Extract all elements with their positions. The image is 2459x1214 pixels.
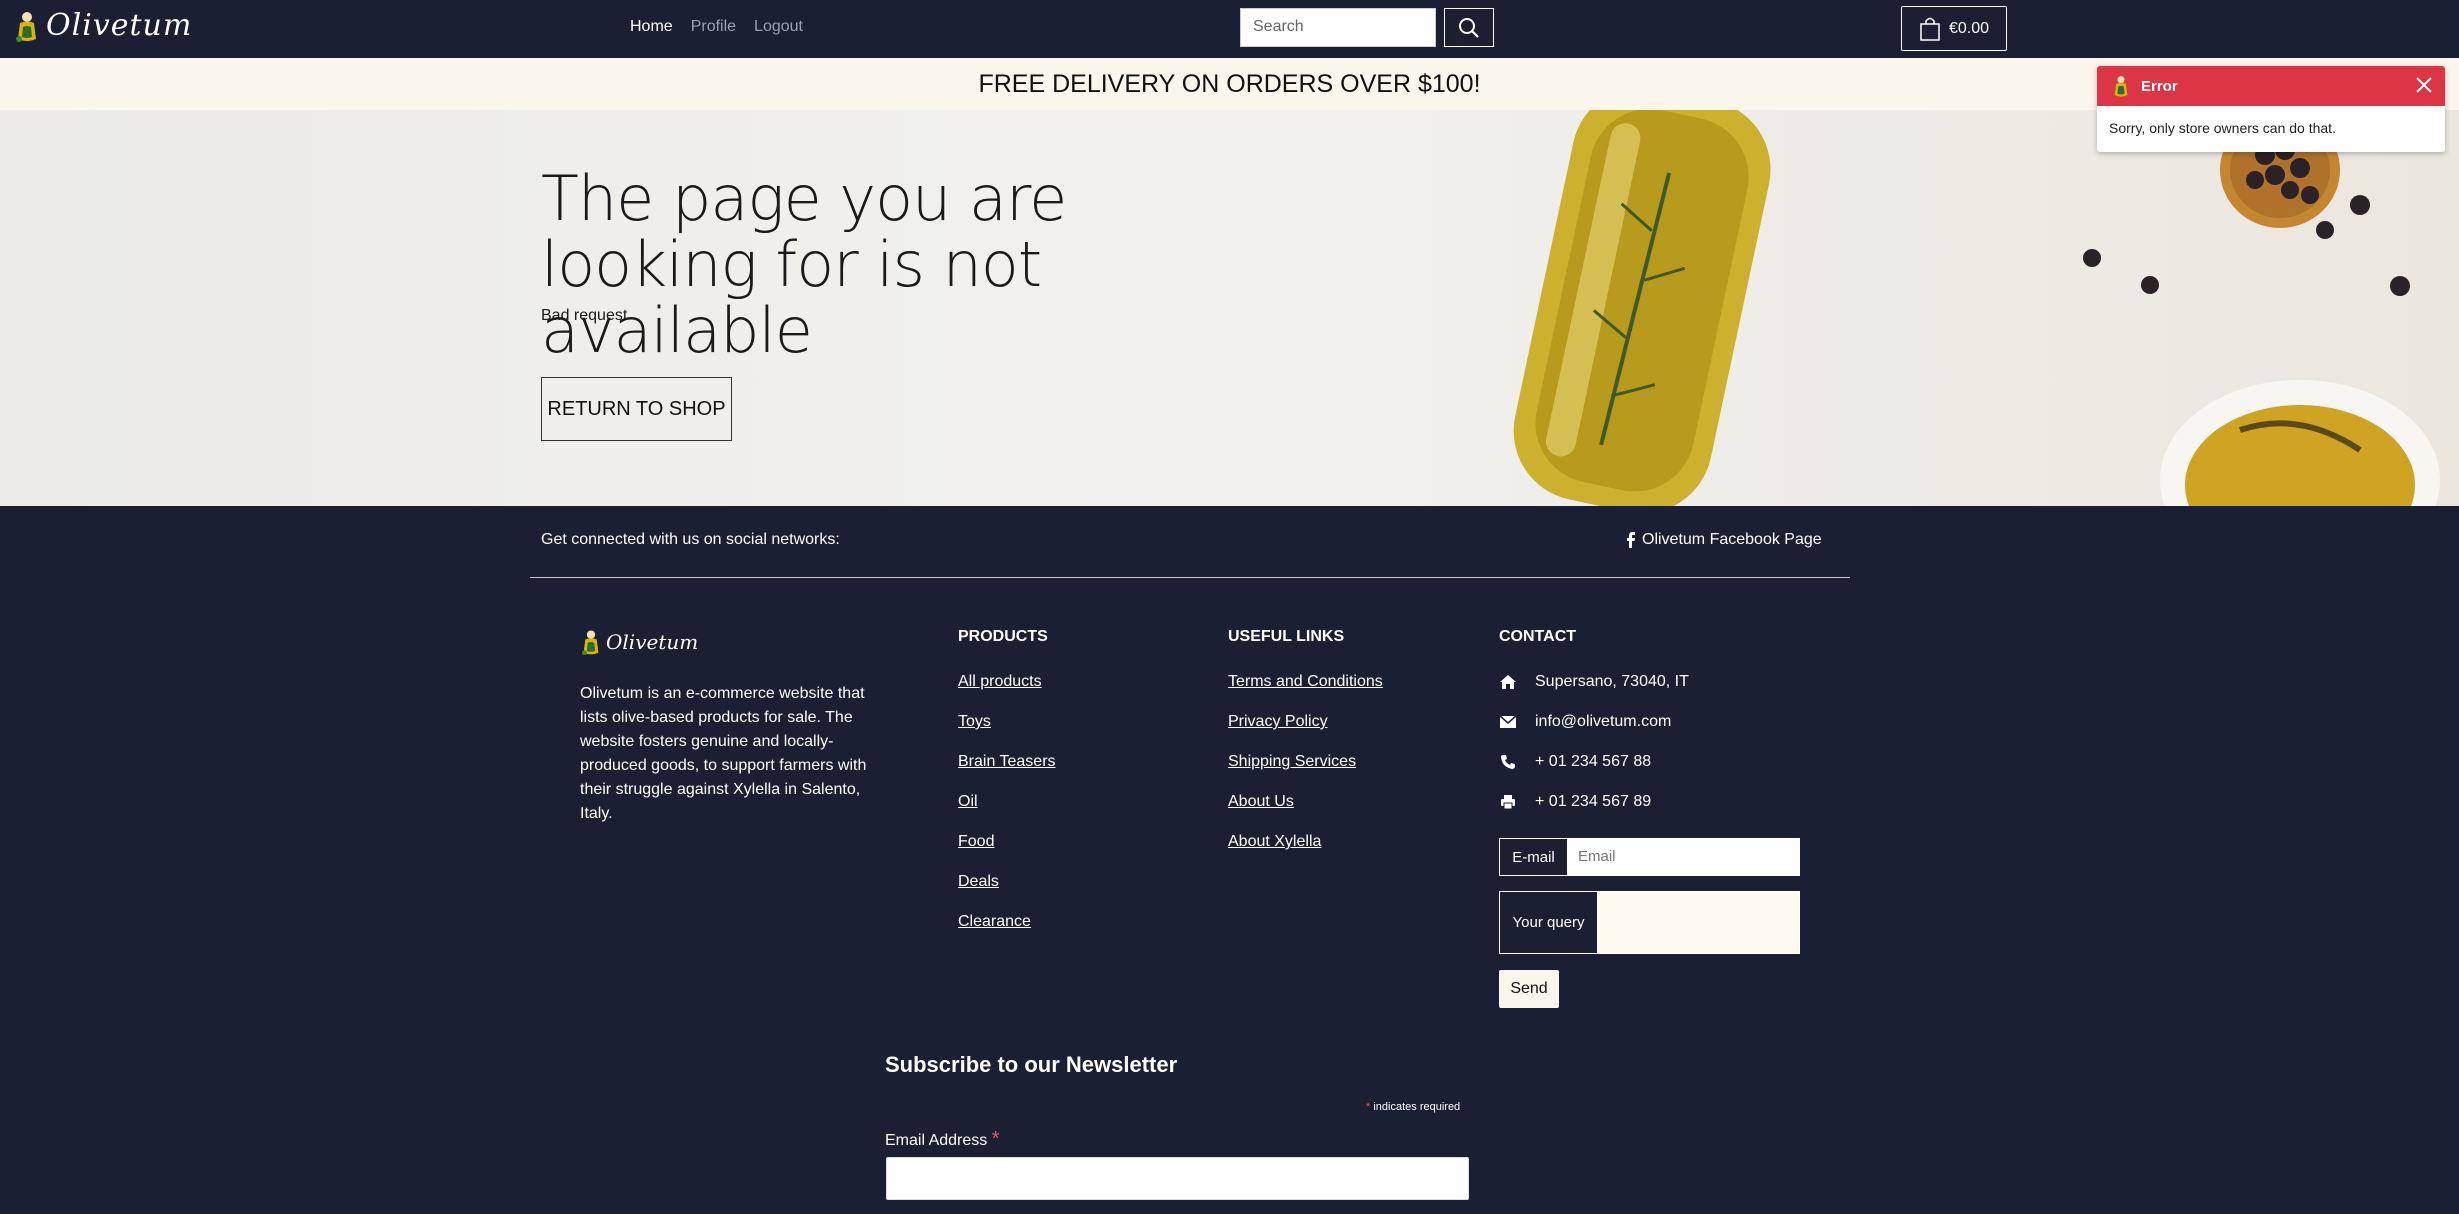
link-clearance[interactable]: Clearance [958, 911, 1056, 932]
printer-icon [1499, 793, 1517, 811]
search-input[interactable]: Search [1240, 8, 1436, 47]
link-terms[interactable]: Terms and Conditions [1228, 671, 1383, 692]
home-icon [1499, 673, 1517, 691]
link-shipping[interactable]: Shipping Services [1228, 751, 1383, 772]
brand-logo[interactable]: Olivetum [14, 8, 192, 43]
link-privacy[interactable]: Privacy Policy [1228, 711, 1383, 732]
cart-total: €0.00 [1948, 19, 1990, 37]
link-toys[interactable]: Toys [958, 711, 1056, 732]
olive-logo-icon [16, 11, 36, 42]
close-icon[interactable] [2413, 74, 2435, 96]
phone-icon [1499, 753, 1517, 771]
useful-links: Terms and Conditions Privacy Policy Ship… [1228, 671, 1383, 852]
facebook-link[interactable]: Olivetum Facebook Page [1626, 531, 1822, 549]
contact-fax-text: + 01 234 567 89 [1535, 792, 1652, 810]
footer-brand-name: Olivetum [606, 630, 699, 654]
contact-fax: + 01 234 567 89 [1499, 791, 1689, 812]
footer-divider [530, 577, 1850, 578]
contact-phone-text: + 01 234 567 88 [1535, 752, 1652, 770]
products-heading: PRODUCTS [958, 628, 1048, 645]
contact-phone: + 01 234 567 88 [1499, 751, 1689, 772]
newsletter-title: Subscribe to our Newsletter [885, 1052, 1178, 1077]
footer-brand-logo: Olivetum [580, 628, 698, 656]
olive-logo-icon [581, 630, 599, 656]
link-about-us[interactable]: About Us [1228, 791, 1383, 812]
contact-email-label: E-mail [1500, 839, 1568, 875]
useful-links-heading: USEFUL LINKS [1228, 628, 1345, 645]
contact-email-input[interactable]: Email [1568, 839, 1799, 875]
social-text: Get connected with us on social networks… [541, 531, 840, 548]
send-button[interactable]: Send [1499, 970, 1559, 1008]
newsletter-email-label-text: Email Address [885, 1132, 988, 1149]
products-links: All products Toys Brain Teasers Oil Food… [958, 671, 1056, 932]
contact-query-input[interactable] [1598, 892, 1799, 953]
contact-address: Supersano, 73040, IT [1499, 671, 1689, 692]
facebook-icon [1627, 532, 1635, 548]
toast-title: Error [2141, 77, 2178, 95]
toast-header: Error [2097, 66, 2445, 106]
search-icon [1459, 17, 1479, 38]
required-star: * [1366, 1101, 1371, 1113]
required-note-text: indicates required [1373, 1101, 1461, 1113]
contact-list: Supersano, 73040, IT info@olivetum.com +… [1499, 671, 1689, 812]
required-star: * [991, 1128, 1000, 1150]
newsletter-email-input[interactable] [886, 1157, 1469, 1200]
cart-button[interactable]: €0.00 [1901, 6, 2007, 51]
link-food[interactable]: Food [958, 831, 1056, 852]
toast-message: Sorry, only store owners can do that. [2109, 120, 2336, 136]
error-toast: Error Sorry, only store owners can do th… [2097, 66, 2445, 152]
return-to-shop-button[interactable]: RETURN TO SHOP [541, 377, 732, 441]
newsletter-email-label: Email Address * [885, 1128, 1000, 1151]
brand-name: Olivetum [46, 8, 193, 43]
contact-email-group: E-mail Email [1499, 838, 1800, 876]
contact-email-text: info@olivetum.com [1535, 712, 1672, 730]
nav-profile-link[interactable]: Profile [691, 18, 736, 36]
hero-section: The page you are looking for is not avai… [0, 110, 2459, 506]
olive-oil-photo [1513, 110, 2440, 506]
link-deals[interactable]: Deals [958, 871, 1056, 892]
newsletter-required-note: * indicates required [1366, 1101, 1460, 1113]
footer-about-text: Olivetum is an e-commerce website that l… [580, 685, 867, 822]
contact-query-group: Your query [1499, 891, 1800, 954]
contact-query-label: Your query [1500, 892, 1598, 953]
link-all-products[interactable]: All products [958, 671, 1056, 692]
contact-heading: CONTACT [1499, 628, 1577, 645]
promo-banner: FREE DELIVERY ON ORDERS OVER $100! [0, 58, 2459, 110]
search-button[interactable] [1444, 8, 1494, 47]
nav-logout-link[interactable]: Logout [754, 18, 803, 36]
hero-title: The page you are looking for is not avai… [541, 162, 1067, 367]
link-oil[interactable]: Oil [958, 791, 1056, 812]
link-about-xylella[interactable]: About Xylella [1228, 831, 1383, 852]
shopping-bag-icon [1920, 17, 1940, 41]
navbar: Olivetum Home Profile Logout Search €0.0… [0, 0, 2459, 58]
olive-logo-icon [2114, 76, 2128, 97]
link-brain-teasers[interactable]: Brain Teasers [958, 751, 1056, 772]
envelope-icon [1499, 713, 1517, 731]
contact-address-text: Supersano, 73040, IT [1535, 672, 1689, 690]
contact-email: info@olivetum.com [1499, 711, 1689, 732]
nav-home-link[interactable]: Home [630, 18, 673, 36]
nav-links: Home Profile Logout [630, 18, 803, 36]
facebook-link-label: Olivetum Facebook Page [1642, 531, 1822, 548]
hero-subtitle: Bad request [541, 307, 628, 324]
